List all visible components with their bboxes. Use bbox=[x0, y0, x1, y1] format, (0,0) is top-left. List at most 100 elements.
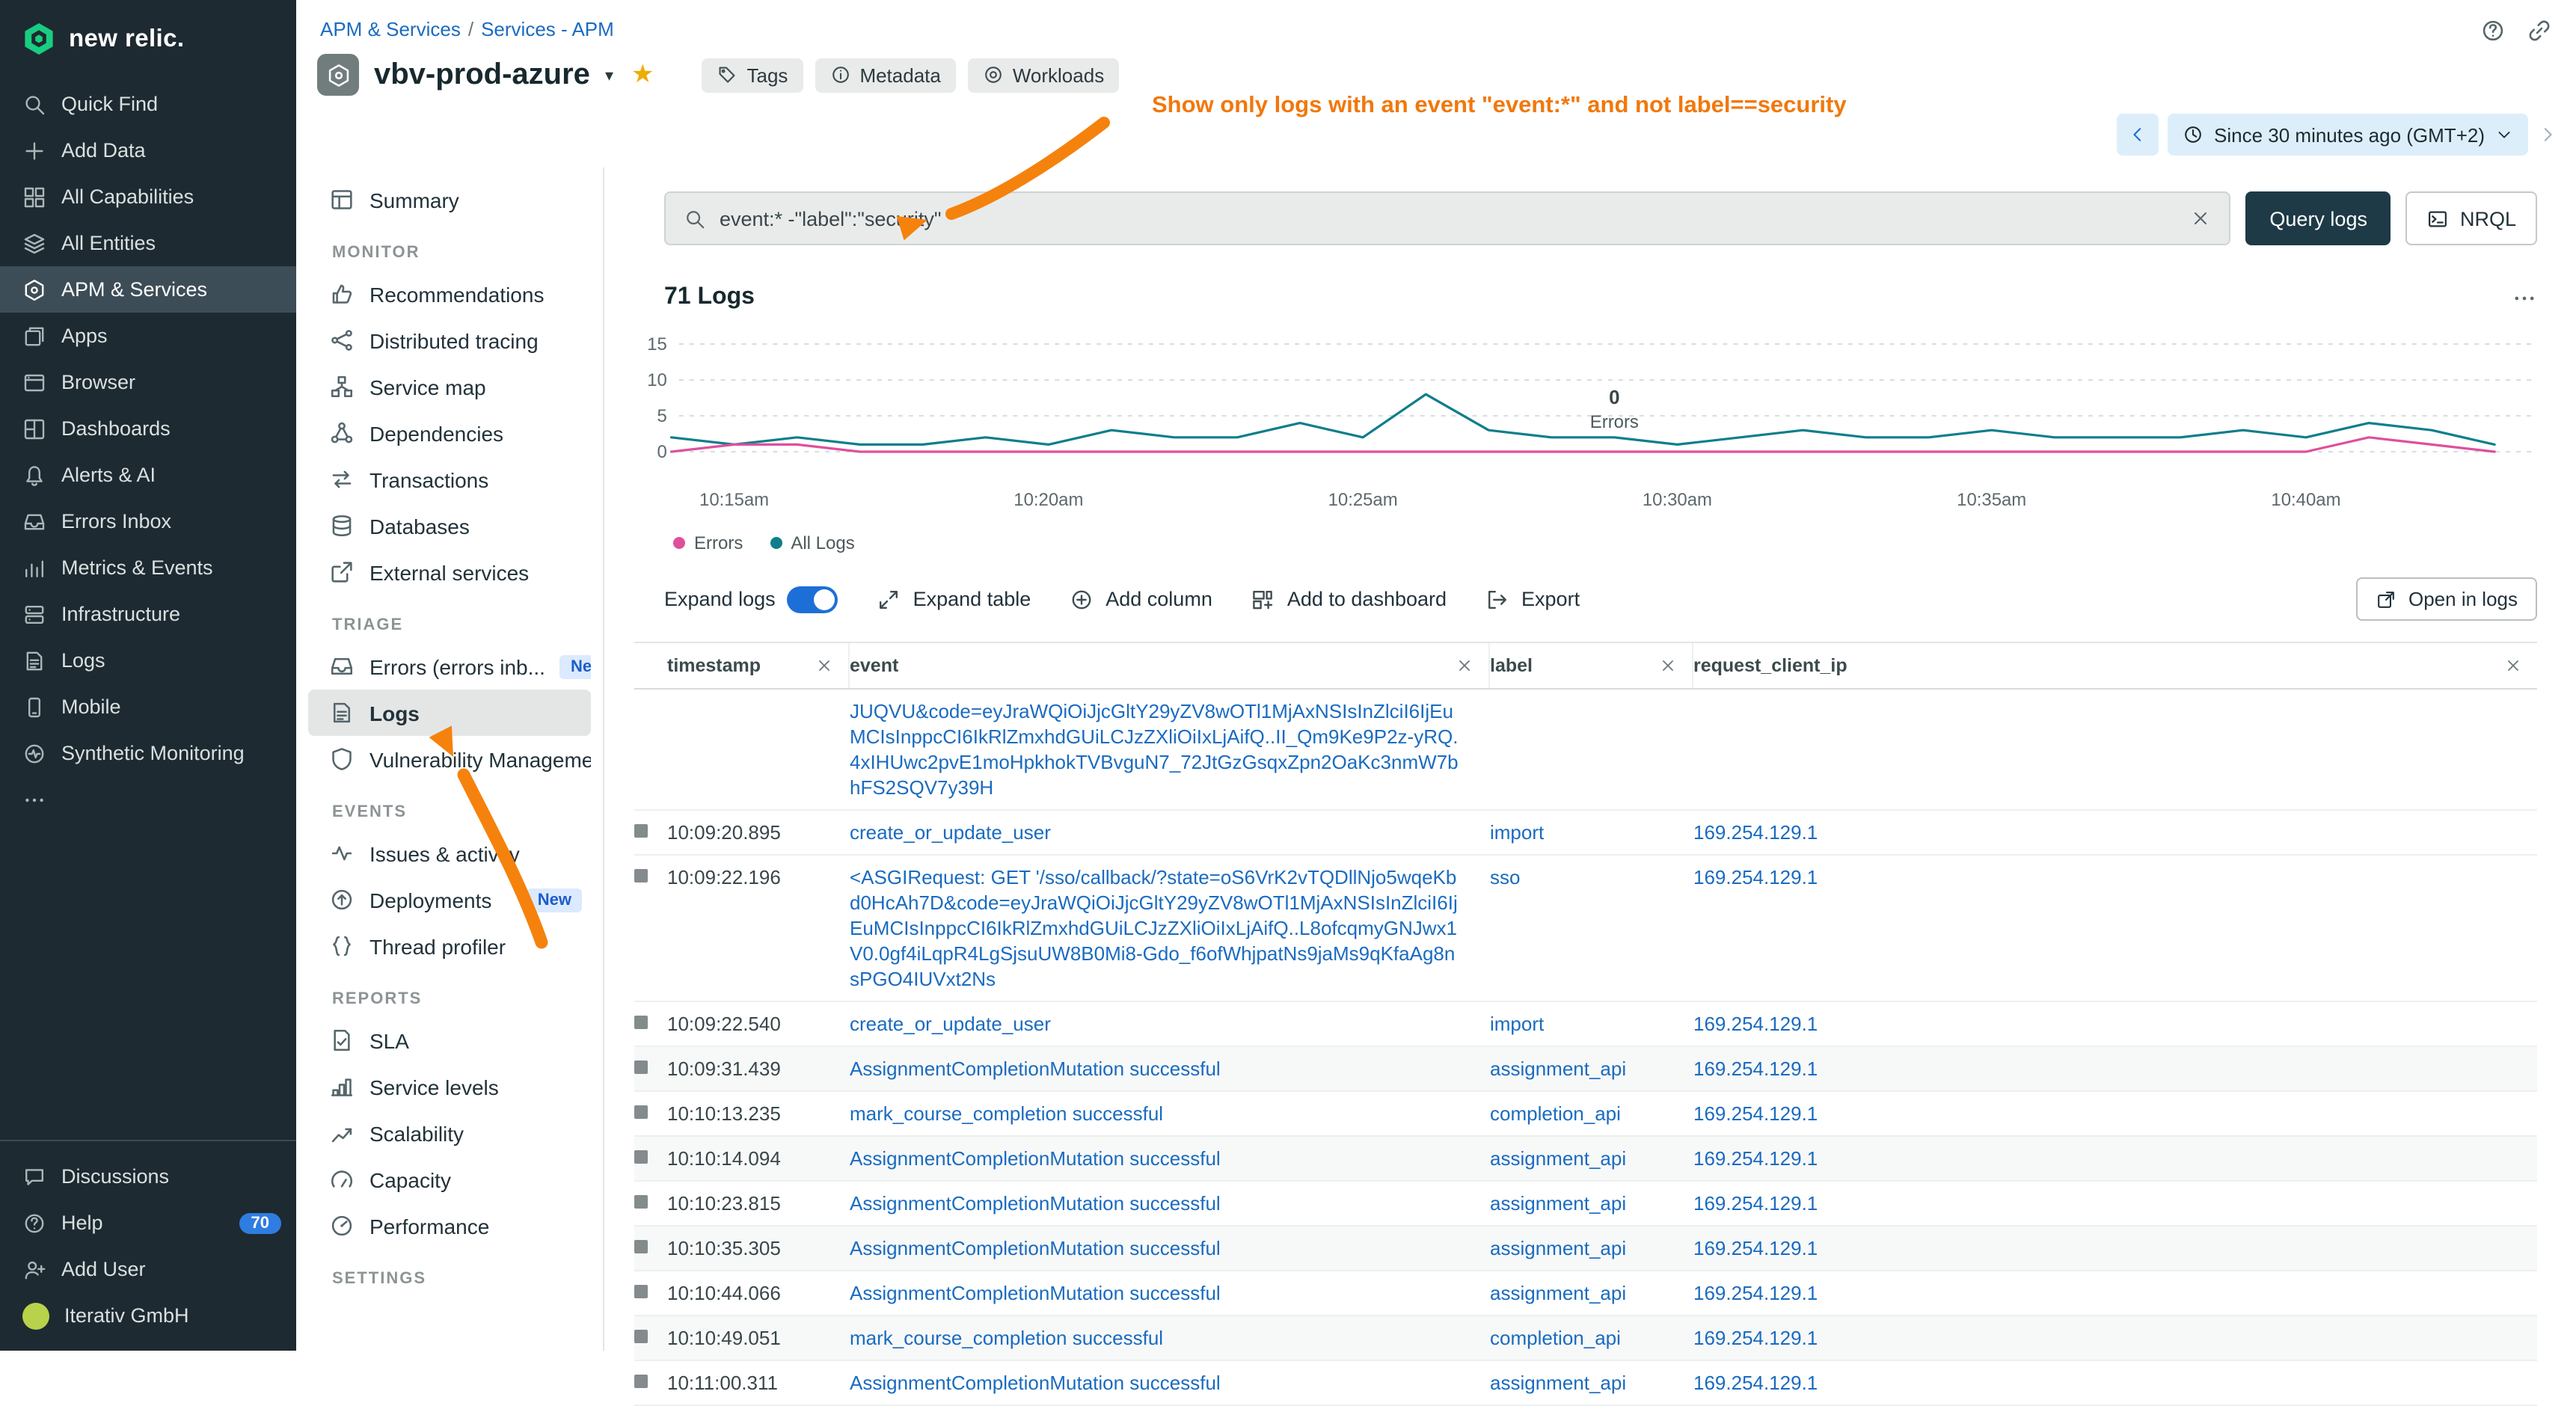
table-row[interactable]: 10:10:14.094AssignmentCompletionMutation… bbox=[634, 1137, 2537, 1182]
logs-query-input[interactable]: event:* -"label":"security" bbox=[664, 191, 2230, 245]
subnav-item-recommendations[interactable]: Recommendations bbox=[308, 271, 591, 317]
nav-infrastructure[interactable]: Infrastructure bbox=[0, 591, 296, 637]
breadcrumb-apm-services[interactable]: APM & Services bbox=[320, 18, 461, 40]
favorite-star-icon[interactable]: ★ bbox=[631, 60, 654, 90]
open-in-logs-button[interactable]: Open in logs bbox=[2356, 577, 2537, 621]
subnav-item-vulnerability-management[interactable]: Vulnerability Management bbox=[308, 736, 591, 782]
subnav-item-thread-profiler[interactable]: Thread profiler bbox=[308, 923, 591, 969]
help-icon[interactable] bbox=[2480, 18, 2506, 43]
legend-all-logs[interactable]: All Logs bbox=[770, 532, 854, 553]
subnav-item-scalability[interactable]: Scalability bbox=[308, 1110, 591, 1156]
event-link[interactable]: create_or_update_user bbox=[850, 821, 1051, 844]
label-link[interactable]: import bbox=[1490, 1013, 1544, 1035]
ip-link[interactable]: 169.254.129.1 bbox=[1693, 866, 1818, 888]
export-button[interactable]: Export bbox=[1485, 587, 1580, 611]
table-row[interactable]: 10:10:49.051mark_course_completion succe… bbox=[634, 1316, 2537, 1361]
subnav-item-databases[interactable]: Databases bbox=[308, 503, 591, 549]
nav-discussions[interactable]: Discussions bbox=[0, 1153, 296, 1200]
row-checkbox[interactable] bbox=[634, 1016, 648, 1029]
workloads-pill-button[interactable]: Workloads bbox=[968, 58, 1119, 92]
nav-apps[interactable]: Apps bbox=[0, 313, 296, 359]
row-checkbox[interactable] bbox=[634, 1330, 648, 1343]
metadata-pill-button[interactable]: Metadata bbox=[815, 58, 955, 92]
label-link[interactable]: assignment_api bbox=[1490, 1147, 1626, 1170]
label-link[interactable]: sso bbox=[1490, 866, 1520, 888]
label-link[interactable]: completion_api bbox=[1490, 1327, 1621, 1349]
subnav-item-service-levels[interactable]: Service levels bbox=[308, 1063, 591, 1110]
new-relic-logo[interactable]: new relic. bbox=[0, 0, 296, 72]
table-row[interactable]: 10:09:31.439AssignmentCompletionMutation… bbox=[634, 1047, 2537, 1092]
ip-link[interactable]: 169.254.129.1 bbox=[1693, 1372, 1818, 1394]
table-row[interactable]: 10:09:22.196<ASGIRequest: GET '/sso/call… bbox=[634, 856, 2537, 1002]
remove-column-button[interactable] bbox=[815, 657, 833, 675]
column-header-event[interactable]: event bbox=[850, 643, 1490, 688]
ip-link[interactable]: 169.254.129.1 bbox=[1693, 1102, 1818, 1125]
event-link[interactable]: create_or_update_user bbox=[850, 1013, 1051, 1035]
table-row[interactable]: 10:10:13.235mark_course_completion succe… bbox=[634, 1092, 2537, 1137]
remove-column-button[interactable] bbox=[1659, 657, 1677, 675]
column-header-label[interactable]: label bbox=[1490, 643, 1693, 688]
row-checkbox[interactable] bbox=[634, 1150, 648, 1164]
expand-table-button[interactable]: Expand table bbox=[877, 587, 1031, 611]
query-logs-button[interactable]: Query logs bbox=[2245, 191, 2391, 245]
nav-iterativ-gmbh[interactable]: Iterativ GmbH bbox=[0, 1292, 296, 1339]
ip-link[interactable]: 169.254.129.1 bbox=[1693, 1282, 1818, 1304]
label-link[interactable]: assignment_api bbox=[1490, 1282, 1626, 1304]
subnav-item-dependencies[interactable]: Dependencies bbox=[308, 410, 591, 456]
table-row[interactable]: 10:09:22.540create_or_update_userimport1… bbox=[634, 1002, 2537, 1047]
add-to-dashboard-button[interactable]: Add to dashboard bbox=[1251, 587, 1447, 611]
nav-quick-find[interactable]: Quick Find bbox=[0, 81, 296, 127]
permalink-icon[interactable] bbox=[2527, 18, 2552, 43]
table-row[interactable]: 10:11:00.311AssignmentCompletionMutation… bbox=[634, 1361, 2537, 1406]
nav-help[interactable]: Help70 bbox=[0, 1200, 296, 1246]
add-column-button[interactable]: Add column bbox=[1070, 587, 1212, 611]
time-forward-button[interactable] bbox=[2537, 124, 2558, 145]
tags-pill-button[interactable]: Tags bbox=[702, 58, 803, 92]
event-link[interactable]: AssignmentCompletionMutation successful bbox=[850, 1282, 1221, 1304]
label-link[interactable]: assignment_api bbox=[1490, 1372, 1626, 1394]
event-link[interactable]: AssignmentCompletionMutation successful bbox=[850, 1147, 1221, 1170]
event-link[interactable]: mark_course_completion successful bbox=[850, 1327, 1163, 1349]
ip-link[interactable]: 169.254.129.1 bbox=[1693, 1327, 1818, 1349]
nav-mobile[interactable]: Mobile bbox=[0, 684, 296, 730]
subnav-item-external-services[interactable]: External services bbox=[308, 549, 591, 595]
column-header-request-client-ip[interactable]: request_client_ip bbox=[1693, 643, 2537, 688]
nav-dashboards[interactable]: Dashboards bbox=[0, 405, 296, 452]
subnav-item-performance[interactable]: Performance bbox=[308, 1203, 591, 1249]
remove-column-button[interactable] bbox=[2504, 657, 2522, 675]
label-link[interactable]: completion_api bbox=[1490, 1102, 1621, 1125]
nav-all-capabilities[interactable]: All Capabilities bbox=[0, 174, 296, 220]
table-row[interactable]: 10:10:23.815AssignmentCompletionMutation… bbox=[634, 1182, 2537, 1227]
row-checkbox[interactable] bbox=[634, 1195, 648, 1209]
subnav-item-issues-activity[interactable]: Issues & activity bbox=[308, 830, 591, 877]
ip-link[interactable]: 169.254.129.1 bbox=[1693, 1237, 1818, 1259]
event-link[interactable]: AssignmentCompletionMutation successful bbox=[850, 1192, 1221, 1215]
expand-logs-toggle[interactable] bbox=[788, 586, 838, 613]
row-checkbox[interactable] bbox=[634, 1105, 648, 1119]
ip-link[interactable]: 169.254.129.1 bbox=[1693, 1192, 1818, 1215]
table-row[interactable]: 10:10:35.305AssignmentCompletionMutation… bbox=[634, 1227, 2537, 1271]
ip-link[interactable]: 169.254.129.1 bbox=[1693, 821, 1818, 844]
table-row[interactable]: 10:10:44.066AssignmentCompletionMutation… bbox=[634, 1271, 2537, 1316]
more-options-icon[interactable] bbox=[2512, 285, 2537, 310]
event-link[interactable]: AssignmentCompletionMutation successful bbox=[850, 1372, 1221, 1394]
row-checkbox[interactable] bbox=[634, 824, 648, 838]
remove-column-button[interactable] bbox=[1456, 657, 1473, 675]
subnav-item-service-map[interactable]: Service map bbox=[308, 363, 591, 410]
event-link[interactable]: <ASGIRequest: GET '/sso/callback/?state=… bbox=[850, 866, 1458, 990]
subnav-item-logs[interactable]: Logs bbox=[308, 690, 591, 736]
nav-add-data[interactable]: Add Data bbox=[0, 127, 296, 174]
nav-alerts-ai[interactable]: Alerts & AI bbox=[0, 452, 296, 498]
subnav-item-transactions[interactable]: Transactions bbox=[308, 456, 591, 503]
time-back-button[interactable] bbox=[2117, 114, 2159, 156]
table-row[interactable]: JUQVU&code=eyJraWQiOiJjcGltY29yZV8wOTl1M… bbox=[634, 690, 2537, 811]
legend-errors[interactable]: Errors bbox=[673, 532, 743, 553]
label-link[interactable]: assignment_api bbox=[1490, 1192, 1626, 1215]
row-checkbox[interactable] bbox=[634, 869, 648, 882]
ip-link[interactable]: 169.254.129.1 bbox=[1693, 1013, 1818, 1035]
ip-link[interactable]: 169.254.129.1 bbox=[1693, 1057, 1818, 1080]
subnav-item-errors-errors-inb[interactable]: Errors (errors inb...New bbox=[308, 643, 591, 690]
nav-errors-inbox[interactable]: Errors Inbox bbox=[0, 498, 296, 544]
expand-logs-button[interactable]: Expand logs bbox=[664, 586, 838, 613]
nav-logs[interactable]: Logs bbox=[0, 637, 296, 684]
